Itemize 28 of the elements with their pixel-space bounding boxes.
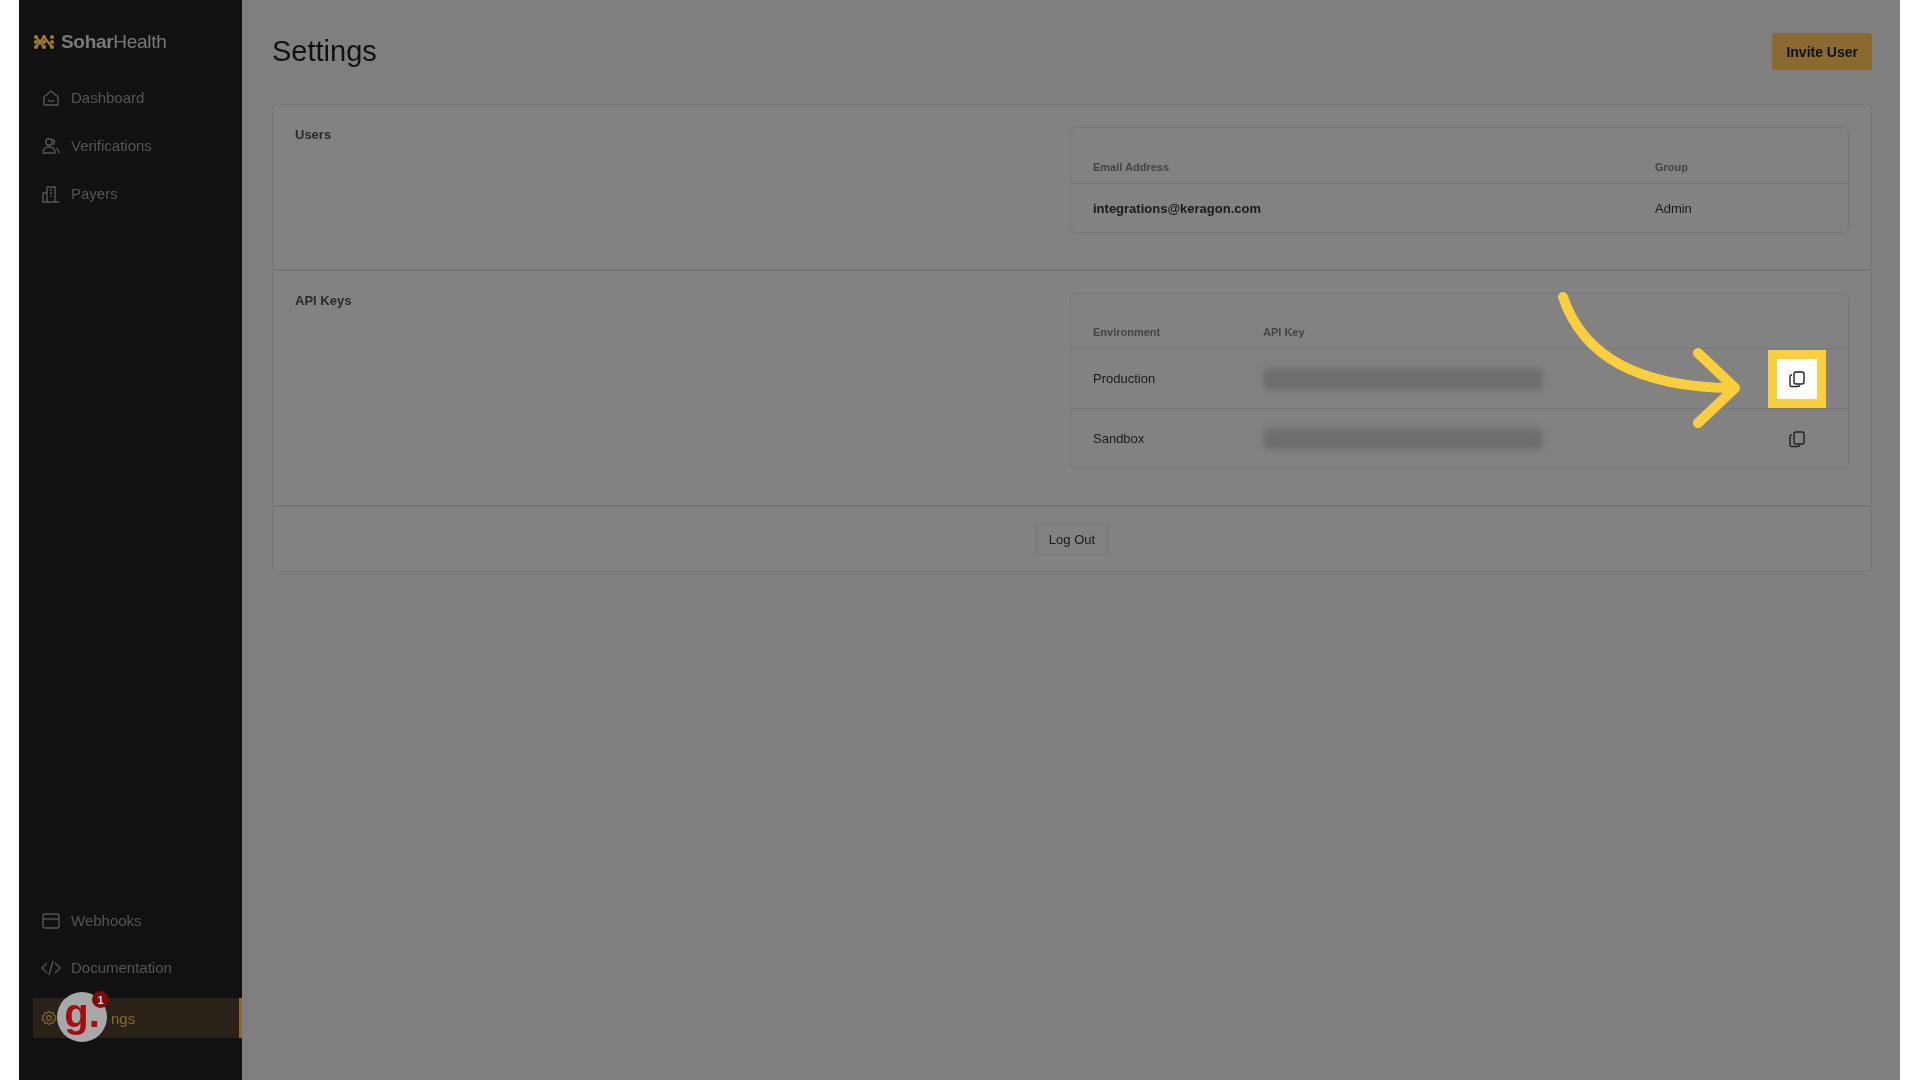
copy-button[interactable] — [1768, 349, 1826, 408]
home-icon — [41, 87, 61, 108]
copy-icon — [1788, 369, 1806, 388]
logo-text: SoharHealth — [61, 31, 167, 53]
sidebar-item[interactable]: Verifications — [41, 129, 242, 162]
window-icon — [41, 910, 61, 931]
sidebar-item[interactable]: Dashboard — [41, 81, 242, 114]
section-title: API Keys — [295, 293, 352, 310]
table-cell-text: Sandbox — [1093, 431, 1146, 446]
column-header: API Key — [1263, 326, 1305, 338]
section-title: Users — [295, 127, 332, 144]
column-header: Email Address — [1093, 161, 1170, 173]
invite-user-button[interactable]: Invite User — [1772, 33, 1872, 70]
table-cell: Admin — [1655, 200, 1692, 216]
table-cell-text: Production — [1093, 371, 1157, 386]
column-header: Environment — [1093, 326, 1162, 338]
sidebar-item[interactable]: Payers — [41, 177, 242, 210]
sidebar-item[interactable]: Documentation — [41, 951, 242, 984]
sidebar-item[interactable]: ngs — [111, 998, 239, 1038]
copy-icon — [1788, 429, 1806, 448]
log-out-button[interactable]: Log Out — [1035, 523, 1109, 555]
page-title: Settings — [272, 35, 377, 68]
column-header: Group — [1655, 161, 1688, 173]
logo-icon — [33, 35, 55, 49]
users-icon — [41, 135, 61, 156]
table-cell-text: integrations@keragon.com — [1093, 200, 1262, 216]
building-icon — [41, 183, 61, 204]
sidebar-item[interactable]: Webhooks — [41, 904, 242, 937]
